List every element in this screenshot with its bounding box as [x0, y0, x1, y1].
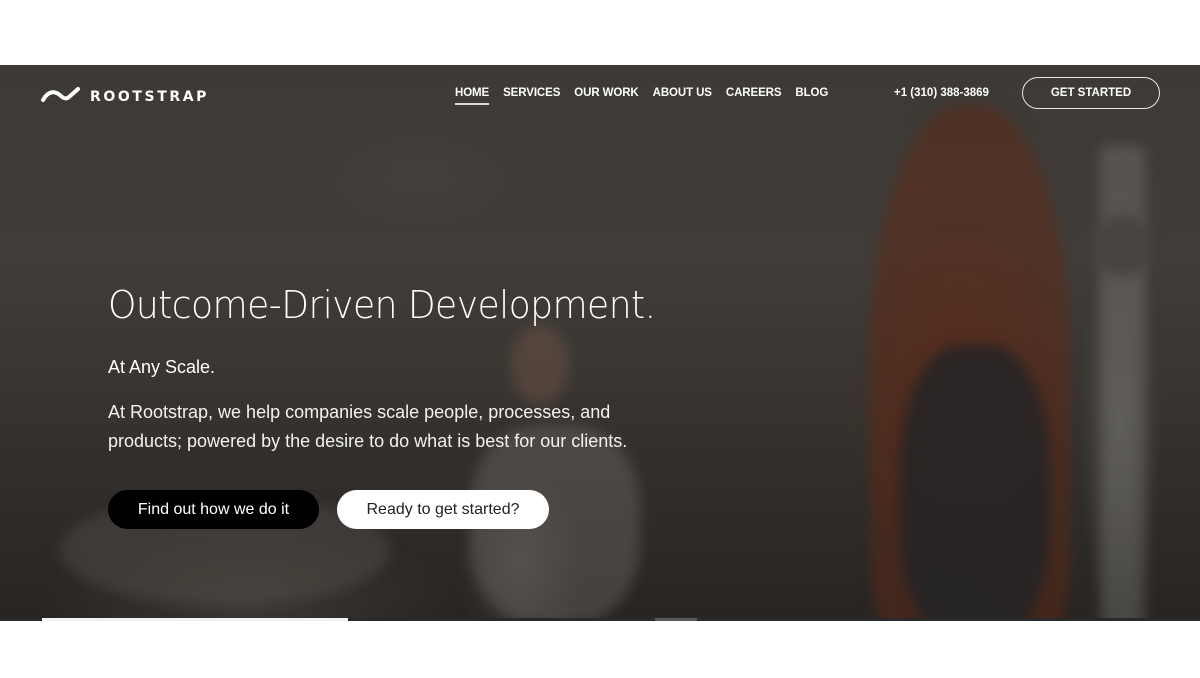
nav-home[interactable]: HOME [455, 87, 490, 105]
hero-description: At Rootstrap, we help companies scale pe… [108, 402, 628, 451]
hero-content: Outcome-Driven Development. At Any Scale… [108, 283, 684, 529]
ready-to-start-button[interactable]: Ready to get started? [337, 490, 549, 529]
wave-check-icon [40, 85, 82, 108]
nav-careers[interactable]: CAREERS [726, 87, 782, 105]
phone-link[interactable]: +1 (310) 388-3869 [894, 87, 989, 99]
slider-progress-fill [42, 618, 348, 621]
main-menu: HOME SERVICES OUR WORK ABOUT US CAREERS … [455, 87, 828, 105]
nav-about-us[interactable]: ABOUT US [653, 87, 712, 105]
logo[interactable]: ROOTSTRAP [40, 85, 209, 108]
hero-subhead: At Any Scale. [108, 357, 216, 377]
hero-actions: Find out how we do it Ready to get start… [108, 490, 684, 529]
slider-progress-marker[interactable] [655, 618, 697, 621]
get-started-button[interactable]: GET STARTED [1022, 77, 1160, 109]
slider-progress-track[interactable] [0, 618, 1200, 621]
top-navigation: ROOTSTRAP HOME SERVICES OUR WORK ABOUT U… [0, 65, 1200, 123]
find-out-button[interactable]: Find out how we do it [108, 490, 319, 529]
nav-our-work[interactable]: OUR WORK [574, 87, 638, 105]
brand-name: ROOTSTRAP [90, 88, 210, 105]
nav-blog[interactable]: BLOG [795, 87, 828, 105]
hero-headline: Outcome-Driven Development. [108, 283, 656, 327]
hero-section: ROOTSTRAP HOME SERVICES OUR WORK ABOUT U… [0, 65, 1200, 620]
nav-services[interactable]: SERVICES [503, 87, 560, 105]
